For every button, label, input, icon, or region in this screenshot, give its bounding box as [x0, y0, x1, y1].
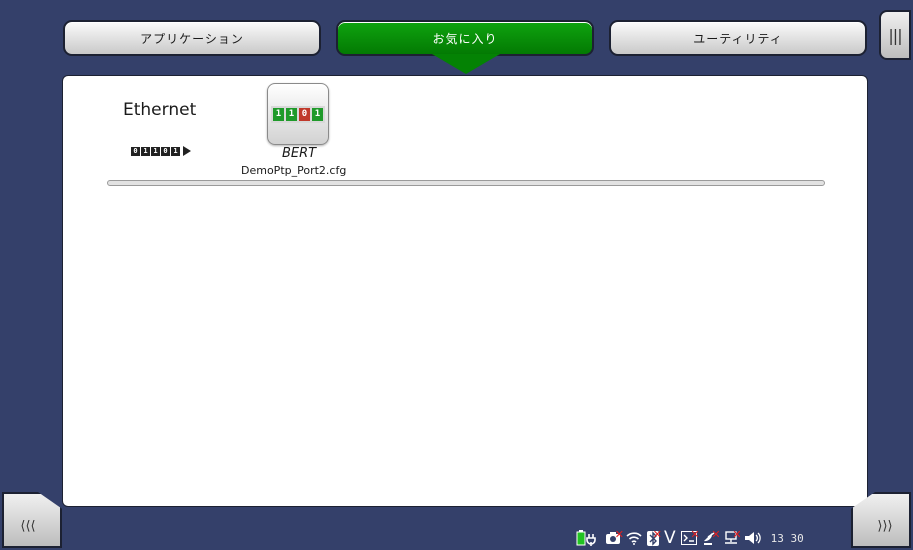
wifi-icon[interactable] — [626, 531, 642, 546]
menu-icon: ||| — [888, 25, 902, 45]
bit: 1 — [151, 146, 160, 156]
app-name[interactable]: BERT — [282, 146, 316, 161]
tab-applications[interactable]: アプリケーション — [63, 20, 321, 56]
bit: 1 — [171, 146, 180, 156]
tab-favorites-label: お気に入り — [432, 31, 498, 46]
satellite-icon[interactable]: ✕ — [702, 528, 721, 546]
bit: 0 — [161, 146, 170, 156]
bluetooth-icon[interactable]: ✕ — [647, 528, 662, 546]
favorites-panel: Ethernet 0 1 1 0 1 1 1 0 1 BERT DemoPtp_… — [62, 75, 868, 507]
tab-utilities[interactable]: ユーティリティ — [609, 20, 867, 56]
active-tab-pointer — [432, 54, 500, 74]
bit: 1 — [141, 146, 150, 156]
next-icon: ⟩⟩⟩ — [877, 518, 893, 534]
tile-bit: 1 — [312, 107, 323, 121]
prev-page-button[interactable]: ⟨⟨⟨ — [2, 492, 62, 548]
status-bar: ✕ ✕ V ✕ ✕ ✕ 13 30 — [576, 528, 804, 548]
tab-applications-label: アプリケーション — [140, 31, 244, 46]
terminal-icon[interactable]: ✕ — [680, 528, 700, 546]
prev-icon: ⟨⟨⟨ — [20, 518, 36, 534]
tile-bit: 1 — [286, 107, 297, 121]
tab-favorites[interactable]: お気に入り — [336, 20, 594, 56]
app-config-file[interactable]: DemoPtp_Port2.cfg — [241, 164, 346, 177]
category-title: Ethernet — [123, 100, 197, 120]
tab-utilities-label: ユーティリティ — [693, 31, 783, 46]
battery-plug-icon[interactable] — [576, 530, 600, 546]
bert-app-tile[interactable]: 1 1 0 1 — [267, 83, 329, 145]
arrow-icon — [183, 146, 191, 156]
network-icon[interactable]: ✕ — [723, 528, 742, 546]
clock: 13 30 — [770, 531, 804, 545]
binary-stream-icon: 0 1 1 0 1 — [131, 146, 191, 156]
speaker-icon[interactable] — [744, 531, 762, 546]
category-divider — [107, 180, 825, 186]
menu-button[interactable]: ||| — [879, 10, 911, 60]
bit: 0 — [131, 146, 140, 156]
v-icon[interactable]: V — [664, 528, 676, 548]
tile-bit: 0 — [299, 107, 310, 121]
bert-icon: 1 1 0 1 — [271, 105, 325, 123]
tile-bit: 1 — [273, 107, 284, 121]
camera-icon[interactable]: ✕ — [605, 528, 624, 546]
